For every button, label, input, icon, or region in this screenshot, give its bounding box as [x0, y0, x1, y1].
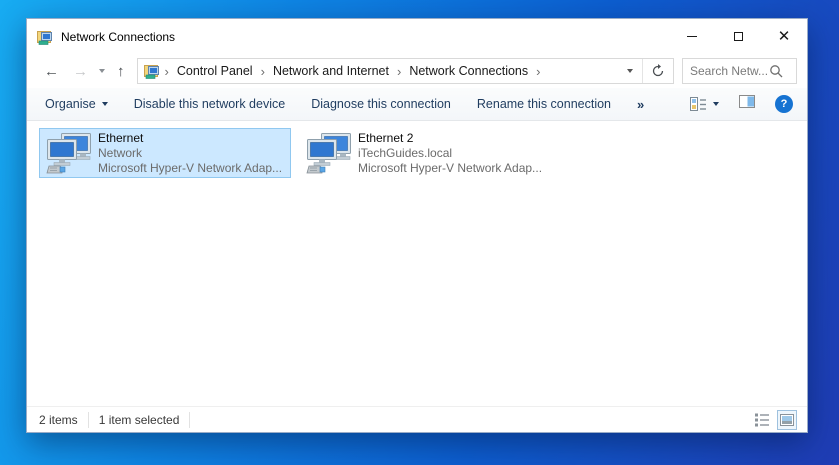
selection-count: 1 item selected	[98, 412, 180, 427]
details-view-button[interactable]	[752, 410, 772, 430]
location-icon	[143, 65, 159, 79]
address-dropdown-button[interactable]	[618, 69, 642, 73]
connection-tile-ethernet[interactable]: Ethernet Network Microsoft Hyper-V Netwo…	[39, 128, 291, 178]
title-bar: Network Connections ✕	[27, 19, 807, 54]
network-adapter-icon	[306, 132, 351, 173]
more-commands-button[interactable]: »	[637, 97, 644, 112]
breadcrumb-separator: ›	[536, 63, 541, 79]
close-icon: ✕	[777, 28, 791, 45]
connection-status: Network	[98, 145, 143, 160]
forward-button[interactable]: →	[66, 64, 95, 79]
minimize-icon	[687, 36, 697, 37]
diagnose-connection-button[interactable]: Diagnose this connection	[311, 97, 451, 111]
connection-status: iTechGuides.local	[358, 145, 453, 160]
minimize-button[interactable]	[669, 19, 715, 54]
help-icon: ?	[780, 98, 788, 110]
refresh-button[interactable]	[643, 59, 673, 83]
divider	[87, 411, 89, 428]
divider	[189, 411, 191, 428]
navigation-bar: ← → ↑ › Control Panel › Network and Inte…	[27, 54, 807, 88]
breadcrumb-item-network-and-internet[interactable]: Network and Internet	[266, 64, 396, 78]
maximize-button[interactable]	[715, 19, 761, 54]
chevron-down-icon	[99, 69, 105, 73]
search-box	[682, 58, 797, 84]
up-button[interactable]: ↑	[109, 64, 129, 79]
items-count: 2 items	[39, 412, 78, 427]
chevron-down-icon	[713, 102, 719, 106]
network-adapter-icon	[46, 132, 91, 173]
maximize-icon	[733, 32, 743, 41]
connections-list: Ethernet Network Microsoft Hyper-V Netwo…	[27, 121, 807, 406]
preview-pane-icon	[739, 95, 755, 108]
recent-locations-button[interactable]	[95, 69, 109, 73]
network-connections-app-icon	[37, 30, 52, 45]
connection-tile-ethernet-2[interactable]: Ethernet 2 iTechGuides.local Microsoft H…	[299, 128, 551, 178]
disable-network-device-button[interactable]: Disable this network device	[134, 97, 285, 111]
network-connections-window: Network Connections ✕ ← → ↑ › Control Pa…	[26, 18, 808, 433]
details-view-icon	[754, 412, 770, 427]
breadcrumb-item-network-connections[interactable]: Network Connections	[402, 64, 535, 78]
connection-name: Ethernet 2	[358, 130, 414, 145]
status-bar: 2 items 1 item selected	[27, 406, 807, 432]
refresh-icon	[652, 64, 664, 77]
chevron-down-icon	[627, 69, 633, 73]
view-options-icon	[690, 96, 707, 111]
organise-menu-button[interactable]: Organise	[45, 97, 108, 111]
command-toolbar: Organise Disable this network device Dia…	[27, 88, 807, 121]
help-button[interactable]: ?	[775, 95, 793, 113]
large-icons-view-icon	[780, 413, 794, 426]
breadcrumb-item-control-panel[interactable]: Control Panel	[170, 64, 260, 78]
connection-device: Microsoft Hyper-V Network Adap...	[98, 160, 283, 175]
search-input[interactable]	[683, 64, 769, 78]
back-button[interactable]: ←	[37, 64, 66, 79]
chevron-down-icon	[101, 102, 108, 106]
search-icon[interactable]	[769, 64, 783, 78]
rename-connection-button[interactable]: Rename this connection	[477, 97, 611, 111]
organise-label: Organise	[45, 97, 96, 111]
connection-device: Microsoft Hyper-V Network Adap...	[358, 160, 543, 175]
preview-pane-button[interactable]	[739, 95, 755, 113]
large-icons-view-button[interactable]	[777, 409, 797, 430]
change-view-button[interactable]	[690, 96, 719, 112]
connection-name: Ethernet	[98, 130, 144, 145]
address-bar[interactable]: › Control Panel › Network and Internet ›…	[136, 58, 674, 84]
close-button[interactable]: ✕	[761, 19, 807, 54]
window-title: Network Connections	[61, 29, 176, 44]
